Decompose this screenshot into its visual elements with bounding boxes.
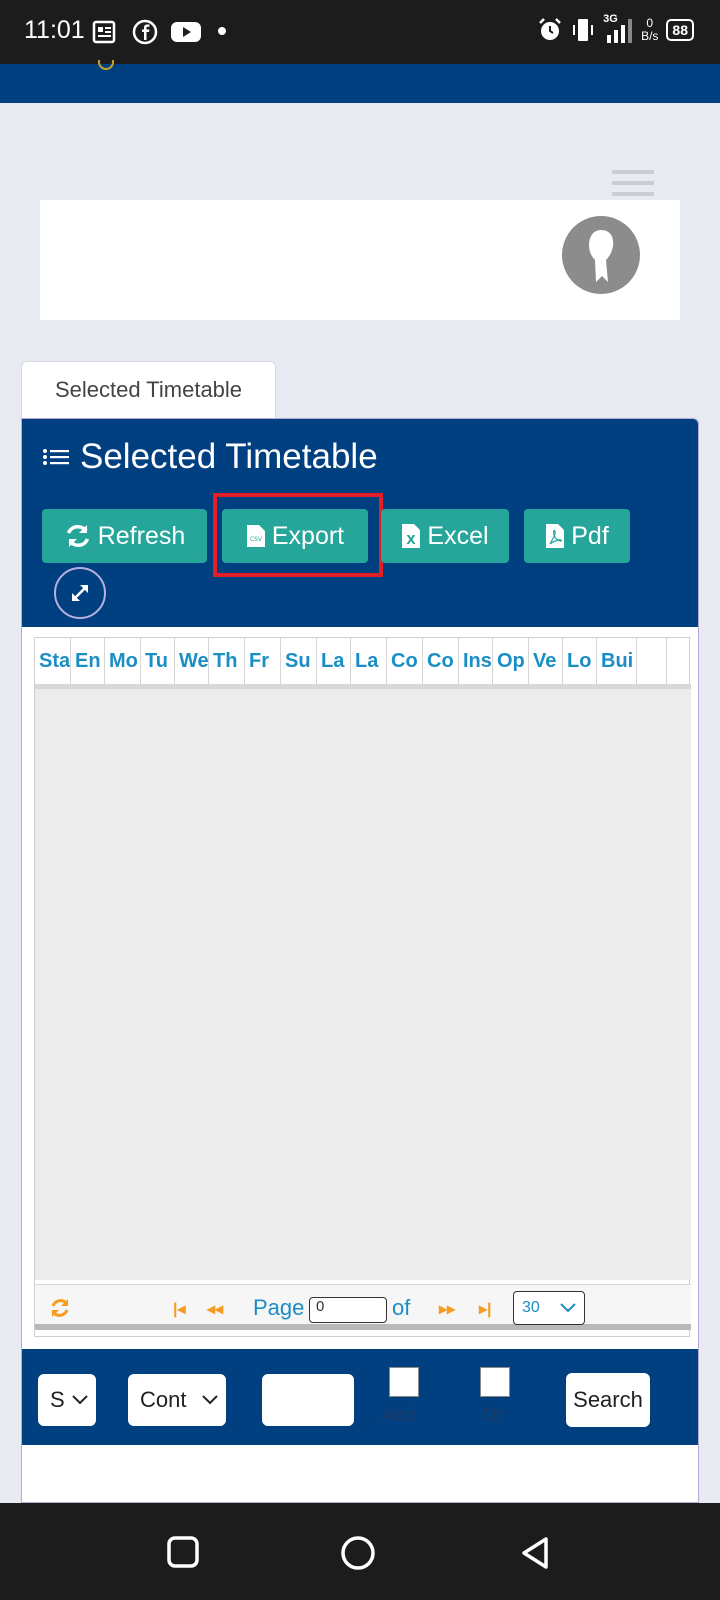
signal-icon: 3G — [603, 13, 633, 45]
net-speed: 0 B/s — [641, 16, 659, 43]
youtube-icon — [170, 19, 202, 45]
battery-indicator: 88 — [666, 19, 694, 41]
export-label: Export — [271, 521, 345, 550]
excel-label: Excel — [427, 521, 489, 550]
rows-per-page-value: 30 — [522, 1299, 540, 1316]
expand-icon — [72, 585, 88, 601]
pdf-label: Pdf — [571, 521, 609, 550]
grid-column-header[interactable]: Fr — [245, 638, 281, 684]
grid-column-header[interactable]: Bui — [597, 638, 637, 684]
logo-icon — [98, 60, 114, 70]
grid-column-header[interactable]: Ve — [529, 638, 563, 684]
profile-card — [40, 200, 680, 320]
news-icon — [92, 19, 118, 45]
grid-column-header[interactable]: Su — [281, 638, 317, 684]
first-page-icon[interactable]: |◂ — [173, 1299, 186, 1319]
search-operator-select[interactable]: Cont — [128, 1374, 226, 1426]
grid-column-header[interactable]: Co — [387, 638, 423, 684]
grid-column-header[interactable]: We — [175, 638, 209, 684]
timetable-panel: Selected Timetable Refresh CSV Export X … — [21, 418, 699, 1503]
grid-column-header[interactable]: La — [351, 638, 387, 684]
grid-column-header[interactable]: Ins — [459, 638, 493, 684]
chevron-down-icon — [72, 1395, 88, 1405]
search-button[interactable]: Search — [566, 1373, 650, 1427]
svg-text:X: X — [407, 533, 417, 547]
excel-file-icon: X — [402, 524, 421, 548]
panel-title-text: Selected Timetable — [80, 437, 378, 476]
grid-column-header[interactable]: Th — [209, 638, 245, 684]
recent-apps-icon[interactable] — [166, 1535, 202, 1571]
status-time: 11:01 — [24, 16, 85, 44]
reload-grid-icon[interactable] — [49, 1297, 71, 1319]
svg-text:CSV: CSV — [250, 536, 263, 543]
prev-page-icon[interactable]: ◂◂ — [207, 1299, 223, 1319]
and-label: And — [382, 1405, 416, 1426]
back-icon[interactable] — [518, 1535, 554, 1571]
alarm-icon — [539, 18, 561, 40]
status-indicators: 3G 0 B/s 88 — [537, 13, 694, 45]
export-button[interactable]: CSV Export — [222, 509, 368, 563]
vibrate-icon — [573, 19, 594, 41]
grid-column-header[interactable]: La — [317, 638, 351, 684]
pdf-file-icon — [546, 524, 565, 548]
grid-column-header[interactable]: Op — [493, 638, 529, 684]
list-icon — [43, 449, 69, 465]
panel-header: Selected Timetable Refresh CSV Export X … — [22, 419, 698, 627]
grid-header-filler — [637, 638, 667, 684]
grid-column-header[interactable]: Tu — [141, 638, 175, 684]
of-label: of — [392, 1295, 411, 1320]
next-page-icon[interactable]: ▸▸ — [439, 1299, 455, 1319]
grid-column-header[interactable]: Sta — [35, 638, 71, 684]
fullscreen-button[interactable] — [54, 567, 106, 619]
grid-column-header[interactable]: Lo — [563, 638, 597, 684]
user-avatar[interactable] — [562, 216, 640, 294]
refresh-icon — [66, 524, 89, 548]
csv-file-icon: CSV — [246, 525, 265, 547]
page-number-input[interactable]: 0 — [309, 1297, 387, 1323]
last-page-icon[interactable]: ▸| — [479, 1299, 492, 1319]
menu-line — [612, 192, 654, 196]
search-input[interactable] — [262, 1374, 354, 1426]
grid-pager: |◂ ◂◂ Page 0 of ▸▸ ▸| 30 — [35, 1284, 691, 1330]
menu-line — [612, 181, 654, 185]
panel-title: Selected Timetable — [42, 437, 378, 477]
chevron-down-icon — [560, 1303, 576, 1313]
or-checkbox[interactable] — [480, 1367, 510, 1397]
search-field-select[interactable]: S — [38, 1374, 96, 1426]
pdf-button[interactable]: Pdf — [524, 509, 630, 563]
tab-selected-timetable[interactable]: Selected Timetable — [21, 361, 276, 418]
and-checkbox[interactable] — [389, 1367, 419, 1397]
excel-button[interactable]: X Excel — [381, 509, 509, 563]
search-field-value: S — [50, 1387, 65, 1412]
refresh-button[interactable]: Refresh — [42, 509, 207, 563]
chevron-down-icon — [202, 1395, 218, 1405]
grid-column-header[interactable]: En — [71, 638, 105, 684]
hamburger-menu-button[interactable] — [612, 170, 654, 202]
grid-body — [35, 684, 691, 1280]
notification-dot-icon — [218, 27, 226, 35]
grid-column-header[interactable]: Mo — [105, 638, 141, 684]
or-label: Or — [482, 1405, 504, 1426]
menu-line — [612, 170, 654, 174]
rows-per-page-select[interactable]: 30 — [513, 1291, 585, 1325]
user-silhouette-icon — [589, 230, 614, 282]
status-bar: 11:01 3G 0 B/s 88 — [0, 0, 720, 64]
refresh-label: Refresh — [97, 521, 186, 550]
home-icon[interactable] — [340, 1535, 376, 1571]
search-operator-value: Cont — [140, 1387, 187, 1412]
page-label: Page — [253, 1295, 305, 1320]
search-toolbar: S Cont And Or Search — [22, 1349, 698, 1445]
app-header — [0, 60, 720, 103]
facebook-icon — [132, 19, 158, 45]
timetable-grid: Sta En Mo Tu We Th Fr Su La La Co Co Ins Op Ve Lo Bui |◂… — [34, 637, 691, 1337]
grid-column-header[interactable]: Co — [423, 638, 459, 684]
grid-header: Sta En Mo Tu We Th Fr Su La La Co Co Ins Op Ve Lo Bui — [35, 638, 667, 684]
system-nav-bar — [0, 1503, 720, 1600]
